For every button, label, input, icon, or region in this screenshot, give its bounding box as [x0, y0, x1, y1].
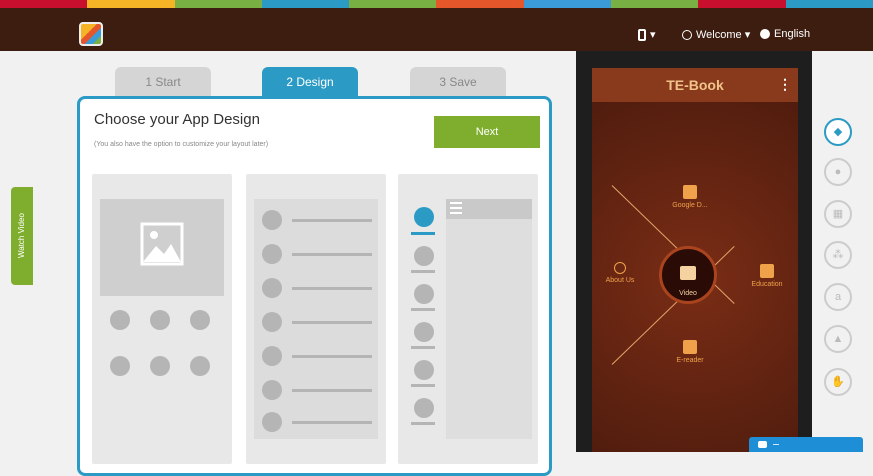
language-label: English: [774, 28, 811, 40]
color-strip-segment: [523, 0, 612, 8]
list-item-line: [292, 219, 372, 222]
color-strip-segment: [436, 0, 524, 8]
list-item-dot: [262, 278, 282, 298]
apple-icon: ●: [834, 166, 842, 178]
welcome-menu[interactable]: Welcome ▾: [682, 28, 750, 41]
book-icon: [683, 185, 697, 199]
list-item-line: [292, 421, 372, 424]
platform-google-play-button[interactable]: ▲: [824, 325, 852, 353]
sidebar-item-dot: [414, 284, 434, 304]
kebab-menu-icon[interactable]: ⋮: [778, 76, 792, 93]
hamburger-icon: [450, 202, 462, 204]
globe-icon: [760, 29, 770, 39]
grid-item-dot: [150, 356, 170, 376]
color-strip-segment: [611, 0, 699, 8]
device-menu[interactable]: ▾: [638, 28, 656, 41]
app-logo-icon[interactable]: [79, 22, 103, 46]
windows-icon: ▦: [832, 208, 844, 220]
list-item-dot: [262, 312, 282, 332]
list-item-dot: [262, 380, 282, 400]
platform-apple-button[interactable]: ●: [824, 158, 852, 186]
sidebar-content-placeholder: [446, 219, 532, 439]
sidebar-item-dot: [414, 322, 434, 342]
ebook-icon: [683, 340, 697, 354]
chat-widget[interactable]: [749, 437, 863, 452]
mobile-device-icon: [638, 28, 646, 41]
menu-item-google-drive[interactable]: Google D...: [668, 185, 712, 209]
user-circle-icon: [682, 29, 692, 40]
list-item-line: [292, 355, 372, 358]
language-menu[interactable]: English: [760, 28, 810, 40]
platform-kindle-button[interactable]: ✋: [824, 368, 852, 396]
sidebar-item-dot: [414, 360, 434, 380]
grid-item-dot: [150, 310, 170, 330]
welcome-label: Welcome ▾: [696, 29, 751, 41]
sidebar-item-dot: [414, 246, 434, 266]
image-icon: [140, 222, 184, 266]
tab-start[interactable]: 1 Start: [115, 67, 211, 97]
preview-app-title: TE-Book: [592, 68, 798, 102]
page-subtitle: (You also have the option to customize y…: [94, 141, 269, 148]
watch-video-label: Watch Video: [17, 213, 26, 259]
center-video-label: Video: [679, 290, 697, 297]
layout-option-list[interactable]: [246, 174, 386, 464]
person-icon: [614, 262, 626, 274]
list-item-dot: [262, 244, 282, 264]
watch-video-button[interactable]: Watch Video: [11, 187, 33, 285]
list-item-dot: [262, 412, 282, 432]
menu-item-about-us[interactable]: About Us: [598, 262, 642, 284]
layout-option-grid[interactable]: [92, 174, 232, 464]
layout-option-sidebar[interactable]: [398, 174, 538, 464]
platform-windows-button[interactable]: ▦: [824, 200, 852, 228]
color-strip-segment: [87, 0, 175, 8]
brand-color-strip: [0, 0, 873, 8]
page-title: Choose your App Design: [94, 111, 260, 128]
amazon-icon: a: [834, 291, 842, 303]
blackberry-icon: ⁂: [832, 249, 844, 261]
color-strip-segment: [261, 0, 350, 8]
google-play-icon: ▲: [832, 333, 844, 345]
menu-item-ereader[interactable]: E-reader: [668, 340, 712, 364]
next-button[interactable]: Next: [434, 116, 540, 148]
android-icon: ◆: [833, 126, 843, 138]
color-strip-segment: [785, 0, 873, 8]
list-item-dot: [262, 210, 282, 230]
tab-design[interactable]: 2 Design: [262, 67, 358, 97]
color-strip-segment: [0, 0, 88, 8]
list-item-dot: [262, 346, 282, 366]
chat-icon: [758, 441, 767, 448]
platform-android-button[interactable]: ◆: [824, 118, 852, 146]
list-item-line: [292, 389, 372, 392]
sidebar-item-dot: [414, 398, 434, 418]
grid-item-dot: [190, 356, 210, 376]
menu-item-education[interactable]: Education: [740, 264, 794, 288]
grid-item-dot: [190, 310, 210, 330]
tab-save[interactable]: 3 Save: [410, 67, 506, 97]
hand-icon: ✋: [831, 376, 845, 388]
color-strip-segment: [174, 0, 262, 8]
graduation-cap-icon: [760, 264, 774, 278]
list-item-line: [292, 321, 372, 324]
sidebar-item-dot-active: [414, 207, 434, 227]
grid-item-dot: [110, 356, 130, 376]
video-camera-icon: [680, 266, 696, 280]
color-strip-segment: [698, 0, 786, 8]
color-strip-segment: [349, 0, 437, 8]
list-item-line: [292, 287, 372, 290]
grid-item-dot: [110, 310, 130, 330]
platform-blackberry-button[interactable]: ⁂: [824, 241, 852, 269]
list-item-line: [292, 253, 372, 256]
platform-amazon-button[interactable]: a: [824, 283, 852, 311]
design-panel: Choose your App Design (You also have th…: [77, 96, 552, 476]
